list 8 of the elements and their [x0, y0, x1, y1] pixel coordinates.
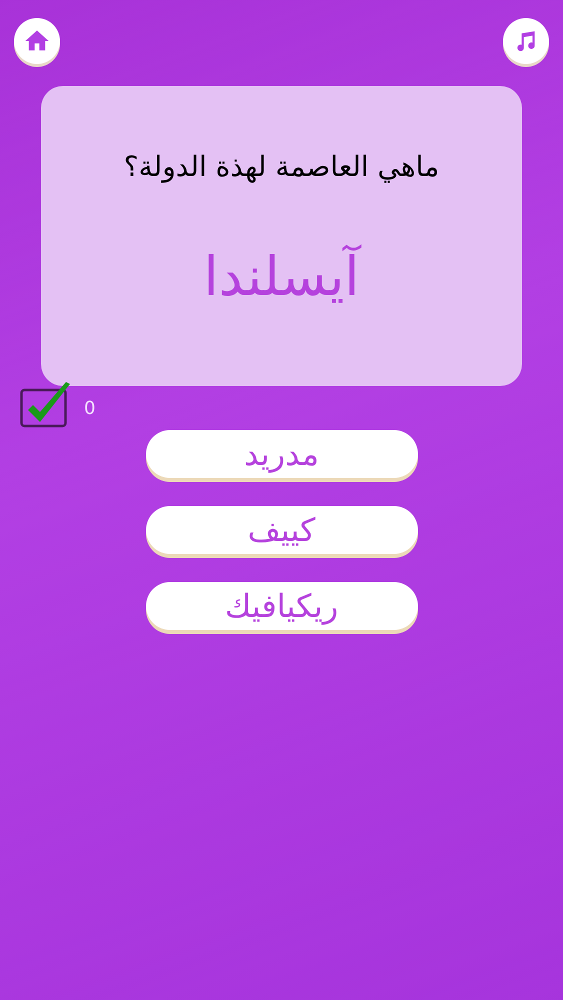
correct-count: 0 [84, 396, 96, 420]
answer-button[interactable]: كييف [146, 506, 418, 554]
home-button[interactable] [14, 18, 60, 64]
question-text: ماهي العاصمة لهذة الدولة؟ [124, 149, 440, 185]
country-name: آيسلندا [204, 243, 360, 310]
answer-button[interactable]: مدريد [146, 430, 418, 478]
music-button[interactable] [503, 18, 549, 64]
answer-button[interactable]: ريكيافيك [146, 582, 418, 630]
